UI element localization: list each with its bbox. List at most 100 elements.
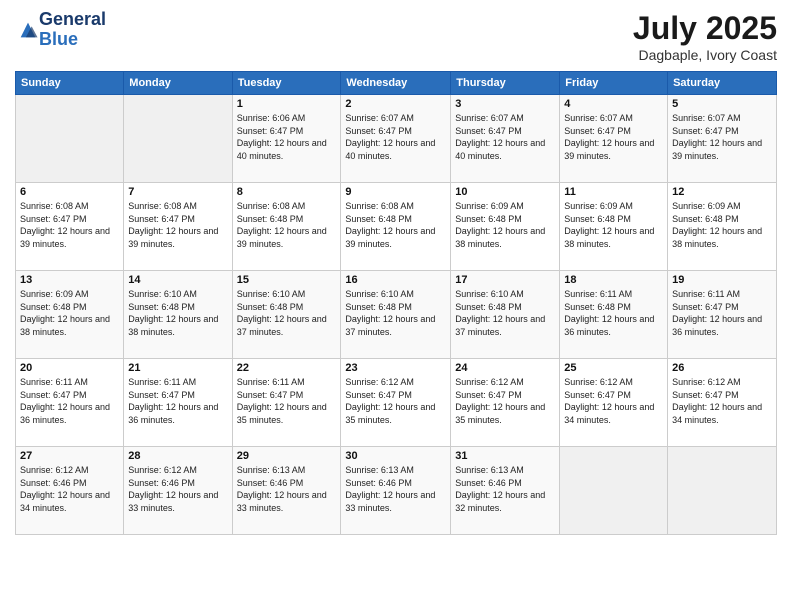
day-number: 1 xyxy=(237,98,337,110)
day-number: 2 xyxy=(345,98,446,110)
day-info: Sunrise: 6:07 AMSunset: 6:47 PMDaylight:… xyxy=(672,112,772,162)
month-title: July 2025 xyxy=(633,10,777,47)
day-number: 8 xyxy=(237,186,337,198)
logo: General Blue xyxy=(15,10,106,50)
weekday-sunday: Sunday xyxy=(16,72,124,95)
day-number: 4 xyxy=(564,98,663,110)
day-info: Sunrise: 6:12 AMSunset: 6:46 PMDaylight:… xyxy=(20,464,119,514)
day-info: Sunrise: 6:07 AMSunset: 6:47 PMDaylight:… xyxy=(455,112,555,162)
day-cell: 15 Sunrise: 6:10 AMSunset: 6:48 PMDayligh… xyxy=(232,271,341,359)
week-row-2: 6Sunrise: 6:08 AMSunset: 6:47 PMDaylight… xyxy=(16,183,777,271)
day-cell: 2Sunrise: 6:07 AMSunset: 6:47 PMDaylight… xyxy=(341,95,451,183)
weekday-saturday: Saturday xyxy=(668,72,777,95)
day-cell: 27 Sunrise: 6:12 AMSunset: 6:46 PMDayligh… xyxy=(16,447,124,535)
day-cell: 26Sunrise: 6:12 AMSunset: 6:47 PMDayligh… xyxy=(668,359,777,447)
week-row-1: 1 Sunrise: 6:06 AMSunset: 6:47 PMDaylight… xyxy=(16,95,777,183)
day-number: 26 xyxy=(672,362,772,374)
header: General Blue July 2025 Dagbaple, Ivory C… xyxy=(15,10,777,63)
day-cell: 10 Sunrise: 6:09 AMSunset: 6:48 PMDayligh… xyxy=(451,183,560,271)
day-cell: 11Sunrise: 6:09 AMSunset: 6:48 PMDayligh… xyxy=(560,183,668,271)
day-number: 21 xyxy=(128,362,227,374)
logo-text-blue: Blue xyxy=(39,30,106,50)
weekday-header-row: SundayMondayTuesdayWednesdayThursdayFrid… xyxy=(16,72,777,95)
day-number: 9 xyxy=(345,186,446,198)
day-cell xyxy=(16,95,124,183)
day-number: 3 xyxy=(455,98,555,110)
day-info: Sunrise: 6:08 AMSunset: 6:47 PMDaylight:… xyxy=(20,200,119,250)
calendar-body: 1 Sunrise: 6:06 AMSunset: 6:47 PMDaylight… xyxy=(16,95,777,535)
day-cell: 23 Sunrise: 6:12 AMSunset: 6:47 PMDayligh… xyxy=(341,359,451,447)
day-info: Sunrise: 6:09 AMSunset: 6:48 PMDaylight:… xyxy=(672,200,772,250)
day-info: Sunrise: 6:10 AMSunset: 6:48 PMDaylight:… xyxy=(345,288,446,338)
day-number: 23 xyxy=(345,362,446,374)
day-number: 19 xyxy=(672,274,772,286)
day-cell: 19Sunrise: 6:11 AMSunset: 6:47 PMDayligh… xyxy=(668,271,777,359)
day-number: 18 xyxy=(564,274,663,286)
day-info: Sunrise: 6:09 AMSunset: 6:48 PMDaylight:… xyxy=(455,200,555,250)
week-row-5: 27 Sunrise: 6:12 AMSunset: 6:46 PMDayligh… xyxy=(16,447,777,535)
day-number: 7 xyxy=(128,186,227,198)
day-info: Sunrise: 6:11 AMSunset: 6:47 PMDaylight:… xyxy=(20,376,119,426)
day-cell: 17Sunrise: 6:10 AMSunset: 6:48 PMDayligh… xyxy=(451,271,560,359)
logo-icon xyxy=(17,19,39,41)
day-cell: 3 Sunrise: 6:07 AMSunset: 6:47 PMDaylight… xyxy=(451,95,560,183)
day-cell: 31Sunrise: 6:13 AMSunset: 6:46 PMDayligh… xyxy=(451,447,560,535)
day-number: 17 xyxy=(455,274,555,286)
week-row-4: 20Sunrise: 6:11 AMSunset: 6:47 PMDayligh… xyxy=(16,359,777,447)
day-cell: 16 Sunrise: 6:10 AMSunset: 6:48 PMDayligh… xyxy=(341,271,451,359)
day-cell: 9Sunrise: 6:08 AMSunset: 6:48 PMDaylight… xyxy=(341,183,451,271)
day-cell xyxy=(124,95,232,183)
day-info: Sunrise: 6:09 AMSunset: 6:48 PMDaylight:… xyxy=(20,288,119,338)
week-row-3: 13 Sunrise: 6:09 AMSunset: 6:48 PMDayligh… xyxy=(16,271,777,359)
day-cell: 13 Sunrise: 6:09 AMSunset: 6:48 PMDayligh… xyxy=(16,271,124,359)
day-info: Sunrise: 6:13 AMSunset: 6:46 PMDaylight:… xyxy=(237,464,337,514)
day-info: Sunrise: 6:13 AMSunset: 6:46 PMDaylight:… xyxy=(345,464,446,514)
day-info: Sunrise: 6:06 AMSunset: 6:47 PMDaylight:… xyxy=(237,112,337,162)
day-number: 13 xyxy=(20,274,119,286)
day-info: Sunrise: 6:11 AMSunset: 6:47 PMDaylight:… xyxy=(237,376,337,426)
day-info: Sunrise: 6:10 AMSunset: 6:48 PMDaylight:… xyxy=(237,288,337,338)
day-cell: 12 Sunrise: 6:09 AMSunset: 6:48 PMDayligh… xyxy=(668,183,777,271)
day-cell: 1 Sunrise: 6:06 AMSunset: 6:47 PMDaylight… xyxy=(232,95,341,183)
day-cell: 21Sunrise: 6:11 AMSunset: 6:47 PMDayligh… xyxy=(124,359,232,447)
weekday-friday: Friday xyxy=(560,72,668,95)
weekday-thursday: Thursday xyxy=(451,72,560,95)
day-number: 24 xyxy=(455,362,555,374)
day-cell: 30 Sunrise: 6:13 AMSunset: 6:46 PMDayligh… xyxy=(341,447,451,535)
day-cell: 20Sunrise: 6:11 AMSunset: 6:47 PMDayligh… xyxy=(16,359,124,447)
day-info: Sunrise: 6:11 AMSunset: 6:48 PMDaylight:… xyxy=(564,288,663,338)
day-number: 30 xyxy=(345,450,446,462)
day-cell: 24 Sunrise: 6:12 AMSunset: 6:47 PMDayligh… xyxy=(451,359,560,447)
weekday-wednesday: Wednesday xyxy=(341,72,451,95)
weekday-tuesday: Tuesday xyxy=(232,72,341,95)
day-cell: 5 Sunrise: 6:07 AMSunset: 6:47 PMDaylight… xyxy=(668,95,777,183)
day-number: 22 xyxy=(237,362,337,374)
day-number: 27 xyxy=(20,450,119,462)
day-number: 5 xyxy=(672,98,772,110)
day-number: 14 xyxy=(128,274,227,286)
day-cell xyxy=(668,447,777,535)
day-info: Sunrise: 6:12 AMSunset: 6:47 PMDaylight:… xyxy=(345,376,446,426)
day-cell: 18 Sunrise: 6:11 AMSunset: 6:48 PMDayligh… xyxy=(560,271,668,359)
day-number: 25 xyxy=(564,362,663,374)
day-number: 12 xyxy=(672,186,772,198)
day-cell: 7 Sunrise: 6:08 AMSunset: 6:47 PMDaylight… xyxy=(124,183,232,271)
day-number: 10 xyxy=(455,186,555,198)
day-info: Sunrise: 6:08 AMSunset: 6:47 PMDaylight:… xyxy=(128,200,227,250)
day-info: Sunrise: 6:10 AMSunset: 6:48 PMDaylight:… xyxy=(128,288,227,338)
location-title: Dagbaple, Ivory Coast xyxy=(633,47,777,63)
day-cell: 6Sunrise: 6:08 AMSunset: 6:47 PMDaylight… xyxy=(16,183,124,271)
day-info: Sunrise: 6:12 AMSunset: 6:47 PMDaylight:… xyxy=(455,376,555,426)
day-number: 28 xyxy=(128,450,227,462)
day-number: 15 xyxy=(237,274,337,286)
day-cell: 14 Sunrise: 6:10 AMSunset: 6:48 PMDayligh… xyxy=(124,271,232,359)
day-cell xyxy=(560,447,668,535)
day-number: 29 xyxy=(237,450,337,462)
day-cell: 29 Sunrise: 6:13 AMSunset: 6:46 PMDayligh… xyxy=(232,447,341,535)
day-number: 16 xyxy=(345,274,446,286)
title-block: July 2025 Dagbaple, Ivory Coast xyxy=(633,10,777,63)
day-info: Sunrise: 6:12 AMSunset: 6:47 PMDaylight:… xyxy=(564,376,663,426)
day-cell: 4Sunrise: 6:07 AMSunset: 6:47 PMDaylight… xyxy=(560,95,668,183)
day-info: Sunrise: 6:12 AMSunset: 6:46 PMDaylight:… xyxy=(128,464,227,514)
day-info: Sunrise: 6:08 AMSunset: 6:48 PMDaylight:… xyxy=(237,200,337,250)
